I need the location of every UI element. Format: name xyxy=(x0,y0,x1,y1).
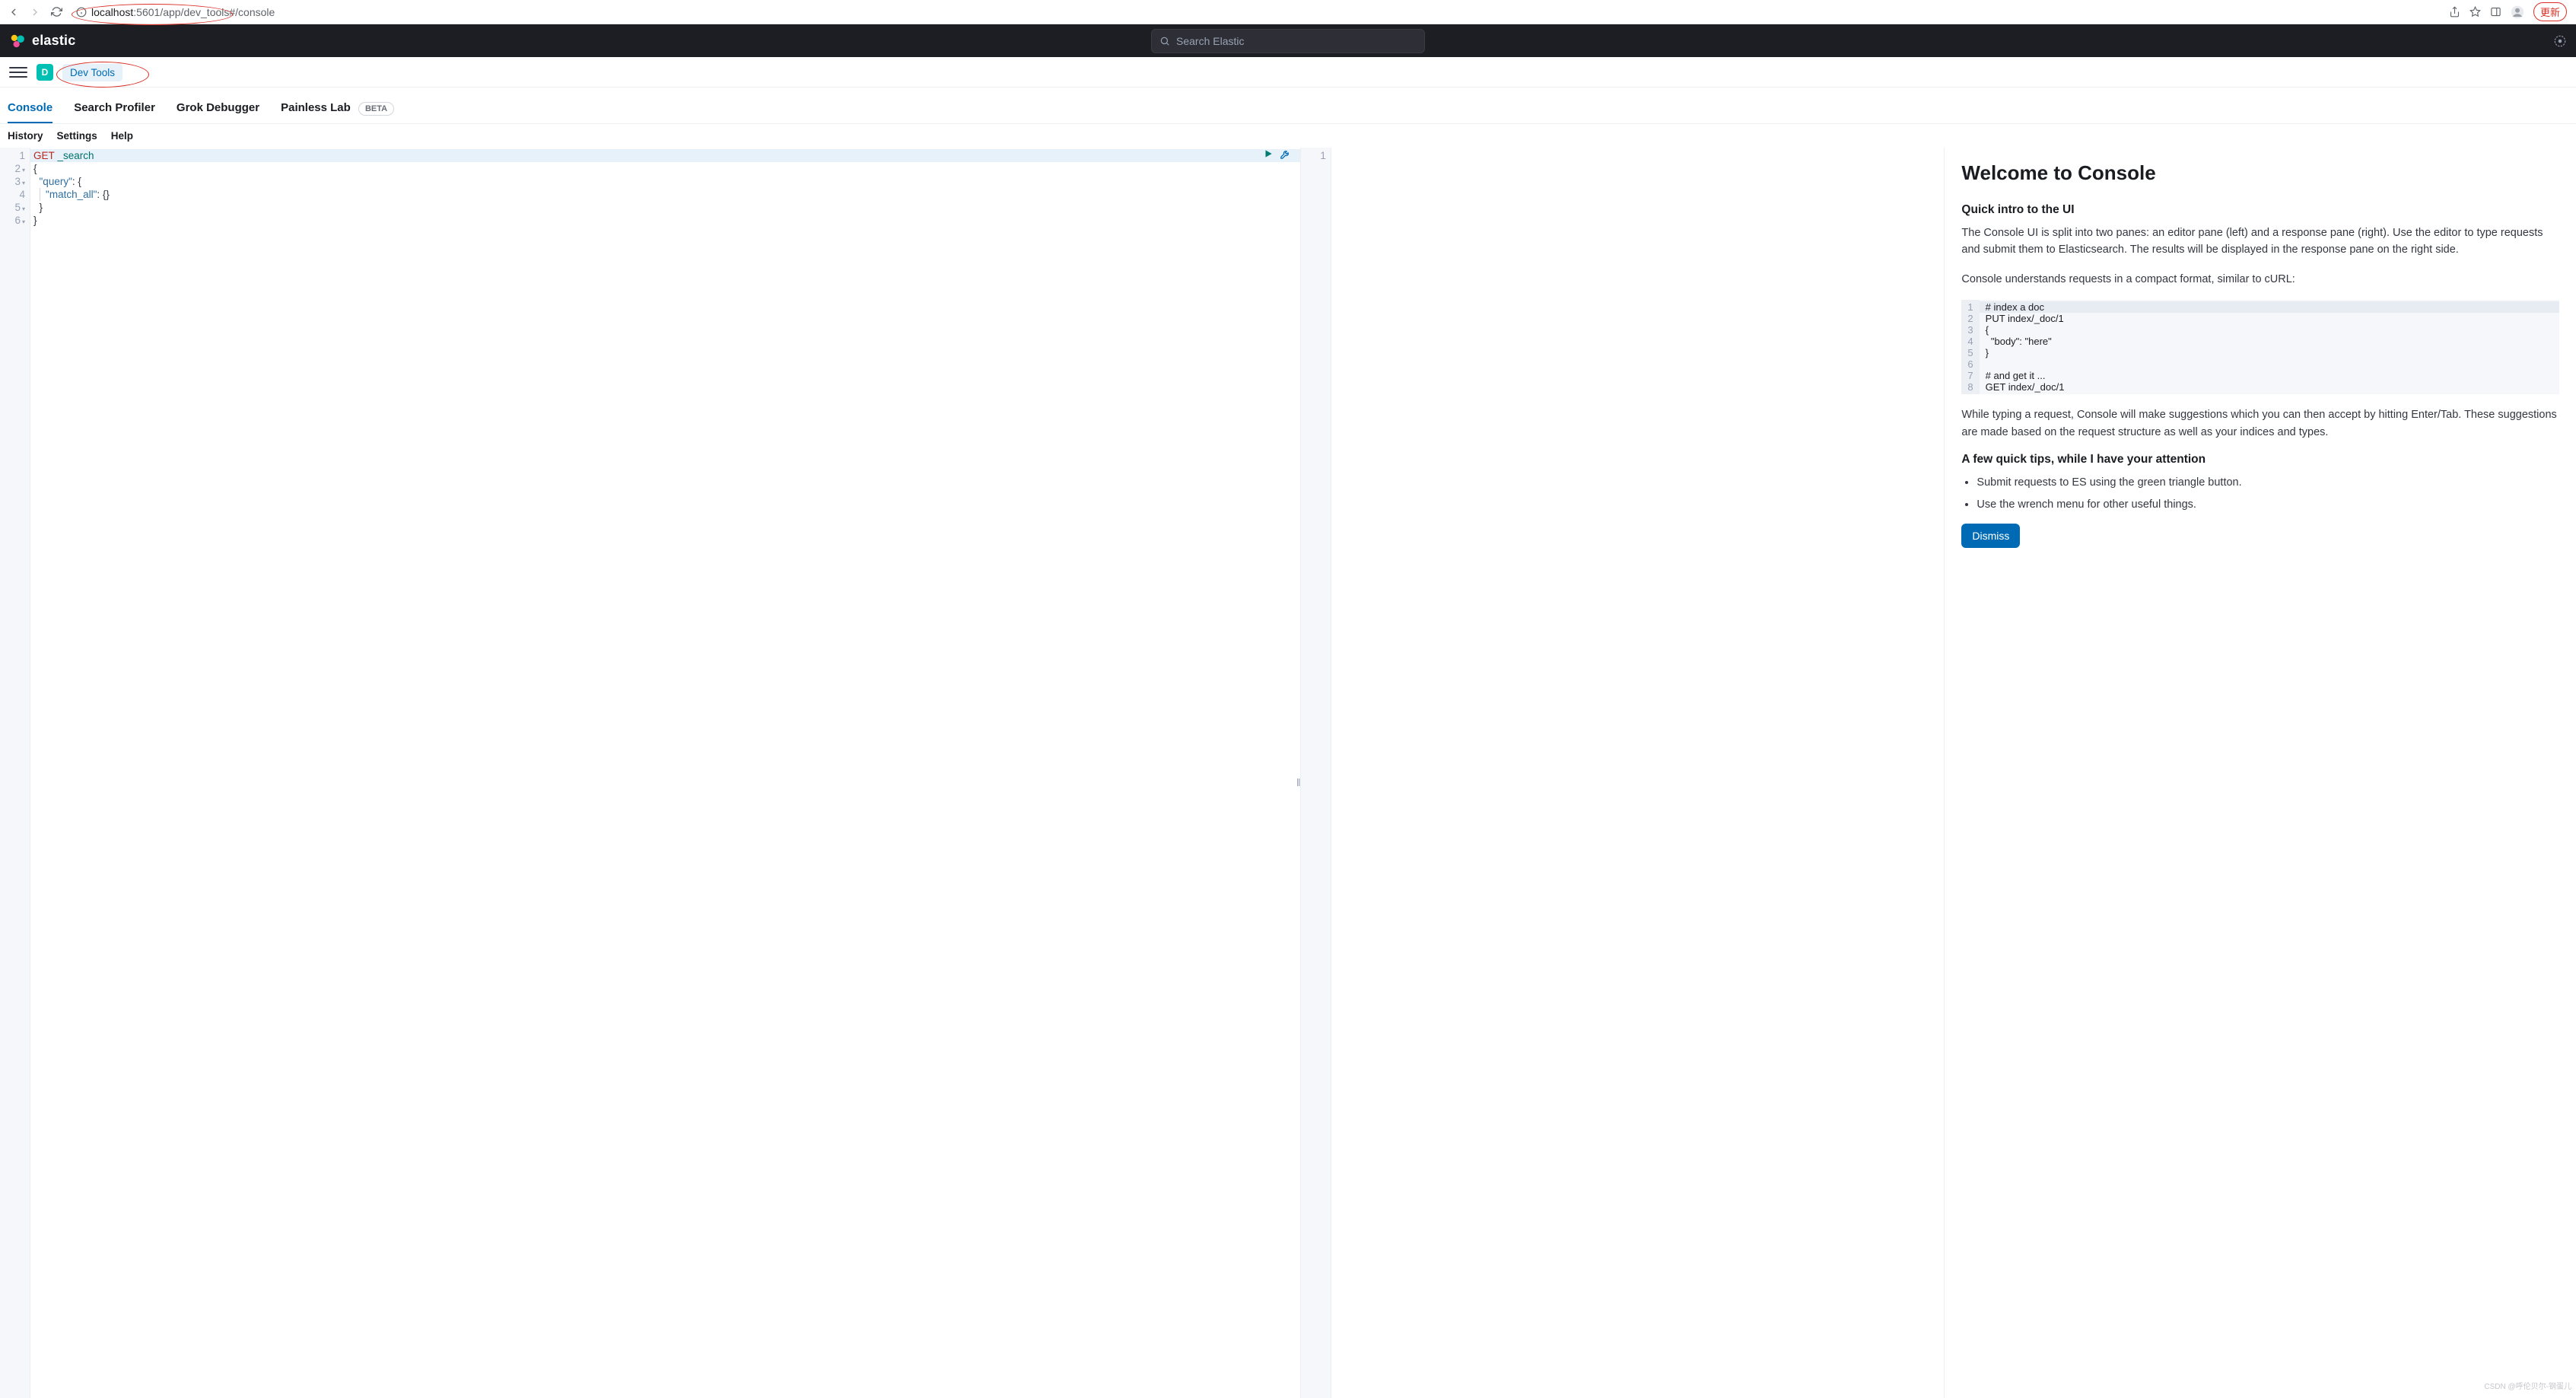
submenu-settings[interactable]: Settings xyxy=(57,130,97,142)
editor-gutter: 1 2 3 4 5 6 xyxy=(0,148,30,1398)
pane-splitter[interactable]: ‖ xyxy=(1296,773,1305,791)
help-icon[interactable] xyxy=(2553,34,2567,48)
site-info-icon[interactable] xyxy=(76,7,87,18)
tip-item: Use the wrench menu for other useful thi… xyxy=(1977,496,2559,513)
code-line: GET _search xyxy=(30,149,1300,162)
console-main: 1 2 3 4 5 6 GET _search { "query": { "ma… xyxy=(0,148,2576,1398)
intro-paragraph-3: While typing a request, Console will mak… xyxy=(1961,406,2559,441)
back-button[interactable] xyxy=(6,5,21,20)
example-gutter: 12345678 xyxy=(1961,300,1979,394)
breadcrumb[interactable]: Dev Tools xyxy=(62,66,122,78)
breadcrumb-devtools[interactable]: Dev Tools xyxy=(62,64,122,81)
tab-search-profiler[interactable]: Search Profiler xyxy=(74,95,155,123)
address-bar[interactable]: localhost:5601/app/dev_tools#/console xyxy=(70,2,2443,22)
tab-painless-lab-label: Painless Lab xyxy=(281,101,351,114)
tab-painless-lab[interactable]: Painless Lab BETA xyxy=(281,95,394,123)
url-text: localhost:5601/app/dev_tools#/console xyxy=(91,6,275,18)
line-number: 5 xyxy=(0,201,25,214)
elastic-wordmark: elastic xyxy=(32,33,75,49)
welcome-panel: Welcome to Console Quick intro to the UI… xyxy=(1945,148,2576,1398)
reload-button[interactable] xyxy=(49,5,64,20)
tab-console[interactable]: Console xyxy=(8,95,52,123)
nav-toggle-button[interactable] xyxy=(9,63,27,81)
welcome-title: Welcome to Console xyxy=(1961,161,2559,185)
submenu-help[interactable]: Help xyxy=(111,130,133,142)
response-gutter: 1 xyxy=(1301,148,1331,1398)
watermark: CSDN @呼伦贝尔-钢蛋儿 xyxy=(2484,1380,2571,1391)
code-line: { xyxy=(33,162,1297,175)
elastic-cluster-icon xyxy=(9,33,26,49)
intro-heading: Quick intro to the UI xyxy=(1961,203,2559,217)
profile-icon[interactable] xyxy=(2511,5,2524,19)
line-number: 1 xyxy=(1301,149,1326,162)
code-line: "query": { xyxy=(33,175,1297,188)
breadcrumb-bar: D Dev Tools xyxy=(0,57,2576,88)
line-number: 2 xyxy=(0,162,25,175)
beta-badge: BETA xyxy=(358,102,394,116)
submenu-history[interactable]: History xyxy=(8,130,43,142)
intro-paragraph-1: The Console UI is split into two panes: … xyxy=(1961,225,2559,259)
line-number: 1 xyxy=(0,149,25,162)
browser-update-button[interactable]: 更新 xyxy=(2533,2,2567,21)
tips-list: Submit requests to ES using the green tr… xyxy=(1961,474,2559,513)
request-action-bar xyxy=(1263,148,1291,160)
browser-toolbar: localhost:5601/app/dev_tools#/console 更新 xyxy=(0,0,2576,24)
tips-heading: A few quick tips, while I have your atte… xyxy=(1961,453,2559,467)
kibana-header: elastic Search Elastic xyxy=(0,24,2576,57)
request-options-button[interactable] xyxy=(1280,148,1291,160)
dismiss-button[interactable]: Dismiss xyxy=(1961,524,2020,548)
line-number: 4 xyxy=(0,188,25,201)
bookmark-icon[interactable] xyxy=(2469,6,2481,18)
code-line: } xyxy=(33,214,1297,227)
search-icon xyxy=(1159,36,1170,46)
example-body: # index a doc PUT index/_doc/1 { "body":… xyxy=(1980,300,2559,394)
browser-right-controls: 更新 xyxy=(2449,2,2570,21)
share-icon[interactable] xyxy=(2449,6,2460,18)
example-code-block: 12345678 # index a doc PUT index/_doc/1 … xyxy=(1961,300,2559,394)
forward-button[interactable] xyxy=(27,5,43,20)
line-number: 6 xyxy=(0,214,25,227)
global-search[interactable]: Search Elastic xyxy=(1151,29,1425,53)
editor-body[interactable]: GET _search { "query": { "match_all": {}… xyxy=(30,148,1300,1398)
tip-item: Submit requests to ES using the green tr… xyxy=(1977,474,2559,491)
line-number: 3 xyxy=(0,175,25,188)
panel-icon[interactable] xyxy=(2490,6,2501,18)
response-body[interactable] xyxy=(1331,148,1945,1398)
code-line: "match_all": {} xyxy=(33,188,1297,201)
request-editor-pane: 1 2 3 4 5 6 GET _search { "query": { "ma… xyxy=(0,148,1301,1398)
space-selector[interactable]: D xyxy=(37,64,53,81)
send-request-button[interactable] xyxy=(1263,148,1274,160)
console-submenu: History Settings Help xyxy=(0,124,2576,148)
search-placeholder: Search Elastic xyxy=(1176,35,1244,47)
response-pane: 1 xyxy=(1301,148,1945,1398)
intro-paragraph-2: Console understands requests in a compac… xyxy=(1961,271,2559,288)
tab-grok-debugger[interactable]: Grok Debugger xyxy=(177,95,259,123)
elastic-logo[interactable]: elastic xyxy=(9,33,75,49)
devtools-tabs: Console Search Profiler Grok Debugger Pa… xyxy=(0,88,2576,124)
code-line: } xyxy=(33,201,1297,214)
